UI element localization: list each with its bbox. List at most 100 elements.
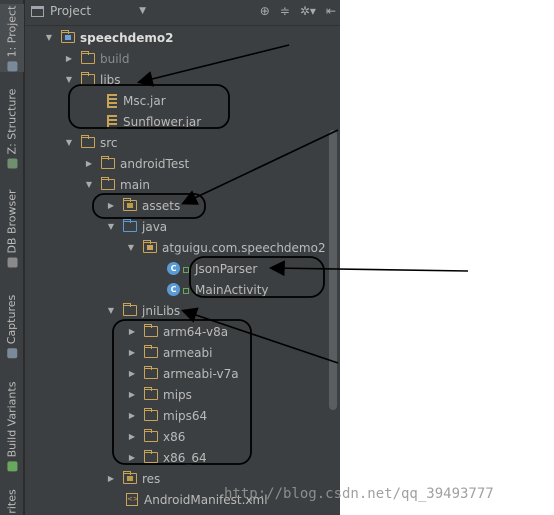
vertical-scrollbar[interactable]: [329, 130, 337, 410]
tree-item-label: src: [100, 135, 118, 150]
tree-item-label: Msc.jar: [123, 93, 166, 108]
tree-item-libs[interactable]: ▼ libs: [25, 69, 330, 90]
hide-icon[interactable]: ⇤: [326, 4, 336, 18]
resource-folder-icon: [123, 198, 137, 211]
tree-item-assets[interactable]: ▶ assets: [25, 195, 330, 216]
tree-item-label: mips64: [163, 408, 208, 423]
tree-item-label: armeabi: [163, 345, 213, 360]
chevron-right-icon[interactable]: ▶: [126, 390, 138, 399]
folder-icon: [81, 51, 95, 64]
tree-item-label: armeabi-v7a: [163, 366, 239, 381]
chevron-down-icon[interactable]: ▼: [125, 243, 137, 252]
jar-icon: [107, 93, 117, 108]
tree-item-label: jniLibs: [142, 303, 181, 318]
tree-item-armeabi-v7a[interactable]: ▶ armeabi-v7a: [25, 363, 330, 384]
gear-icon[interactable]: ✲▾: [300, 4, 316, 18]
tree-item-label: x86_64: [163, 450, 207, 465]
chevron-right-icon[interactable]: ▶: [63, 54, 75, 63]
chevron-right-icon[interactable]: ▶: [126, 453, 138, 462]
tab-build-variants-label: Build Variants: [5, 381, 19, 457]
project-view-icon: [31, 5, 44, 17]
tree-item-mainactivity[interactable]: C MainActivity: [25, 279, 330, 300]
chevron-right-icon[interactable]: ▶: [126, 348, 138, 357]
structure-icon: [7, 157, 18, 168]
folder-icon: [101, 177, 115, 190]
tree-item-msc-jar[interactable]: Msc.jar: [25, 90, 330, 111]
tree-item-label: JsonParser: [195, 261, 258, 276]
package-icon: [143, 240, 157, 253]
folder-icon: [144, 429, 158, 442]
tree-item-main[interactable]: ▼ main: [25, 174, 330, 195]
tree-item-label: main: [120, 177, 150, 192]
tree-item-x86_64[interactable]: ▶ x86_64: [25, 447, 330, 468]
folder-icon: [101, 156, 115, 169]
tree-item-label: assets: [142, 198, 181, 213]
project-panel: Project ▼ ⊕ ≑ ✲▾ ⇤ ▼ speechdemo2 ▶ build ▼…: [25, 0, 340, 515]
tree-item-label: androidTest: [120, 156, 190, 171]
chevron-right-icon[interactable]: ▶: [126, 432, 138, 441]
project-panel-header: Project ▼ ⊕ ≑ ✲▾ ⇤: [25, 0, 340, 26]
tree-item-armeabi[interactable]: ▶ armeabi: [25, 342, 330, 363]
tree-item-x86[interactable]: ▶ x86: [25, 426, 330, 447]
tree-item-label: MainActivity: [195, 282, 269, 297]
target-icon[interactable]: ⊕: [260, 4, 270, 18]
tab-structure[interactable]: Z: Structure: [0, 88, 24, 168]
tree-item-package[interactable]: ▼ atguigu.com.speechdemo2: [25, 237, 330, 258]
module-folder-icon: [61, 30, 75, 43]
tab-favorites-label: rites: [5, 489, 19, 514]
tree-item-build[interactable]: ▶ build: [25, 48, 330, 69]
tree-item-arm64-v8a[interactable]: ▶ arm64-v8a: [25, 321, 330, 342]
android-icon: [7, 460, 18, 471]
view-selector[interactable]: Project ▼: [31, 4, 146, 18]
chevron-down-icon[interactable]: ▼: [63, 75, 75, 84]
xml-file-icon: <>: [126, 493, 139, 506]
tree-item-label: build: [100, 51, 130, 66]
tree-item-jsonparser[interactable]: C JsonParser: [25, 258, 330, 279]
tree-item-speechdemo2[interactable]: ▼ speechdemo2: [25, 27, 330, 48]
tree-item-sunflower-jar[interactable]: Sunflower.jar: [25, 111, 330, 132]
folder-icon: [123, 303, 137, 316]
chevron-down-icon: ▼: [139, 6, 146, 16]
tab-captures[interactable]: Captures: [0, 290, 24, 362]
tab-project[interactable]: 1: Project: [0, 4, 24, 72]
tab-project-label: 1: Project: [5, 5, 19, 57]
folder-icon: [81, 135, 95, 148]
chevron-right-icon[interactable]: ▶: [105, 474, 117, 483]
chevron-down-icon[interactable]: ▼: [105, 222, 117, 231]
tree-item-label: atguigu.com.speechdemo2: [162, 240, 326, 255]
tab-db-browser-label: DB Browser: [5, 188, 19, 254]
tree-item-jnilibs[interactable]: ▼ jniLibs: [25, 300, 330, 321]
tree-item-mips64[interactable]: ▶ mips64: [25, 405, 330, 426]
panel-toolbar: ⊕ ≑ ✲▾ ⇤: [260, 4, 336, 18]
tree-item-mips[interactable]: ▶ mips: [25, 384, 330, 405]
chevron-down-icon[interactable]: ▼: [63, 138, 75, 147]
chevron-down-icon[interactable]: ▼: [83, 180, 95, 189]
chevron-right-icon[interactable]: ▶: [83, 159, 95, 168]
tab-build-variants[interactable]: Build Variants: [0, 376, 24, 476]
chevron-down-icon[interactable]: ▼: [43, 33, 55, 42]
tree-item-label: res: [142, 471, 161, 486]
tree-item-label: x86: [163, 429, 186, 444]
chevron-right-icon[interactable]: ▶: [126, 369, 138, 378]
folder-icon: [144, 408, 158, 421]
class-icon: C: [167, 262, 180, 275]
tree-item-label: arm64-v8a: [163, 324, 229, 339]
tab-db-browser[interactable]: DB Browser: [0, 188, 24, 268]
chevron-right-icon[interactable]: ▶: [105, 201, 117, 210]
tree-item-label: libs: [100, 72, 121, 87]
tree-item-src[interactable]: ▼ src: [25, 132, 330, 153]
chevron-down-icon[interactable]: ▼: [105, 306, 117, 315]
collapse-icon[interactable]: ≑: [280, 4, 290, 18]
folder-icon: [144, 324, 158, 337]
tab-captures-label: Captures: [5, 294, 19, 344]
chevron-right-icon[interactable]: ▶: [126, 411, 138, 420]
project-tab-icon: [7, 60, 17, 71]
tree-item-java[interactable]: ▼ java: [25, 216, 330, 237]
tree-item-androidtest[interactable]: ▶ androidTest: [25, 153, 330, 174]
tab-favorites[interactable]: rites: [0, 488, 24, 515]
tree-item-label: speechdemo2: [80, 30, 174, 45]
chevron-right-icon[interactable]: ▶: [126, 327, 138, 336]
class-icon: C: [167, 283, 180, 296]
resource-folder-icon: [123, 471, 137, 484]
folder-icon: [144, 387, 158, 400]
